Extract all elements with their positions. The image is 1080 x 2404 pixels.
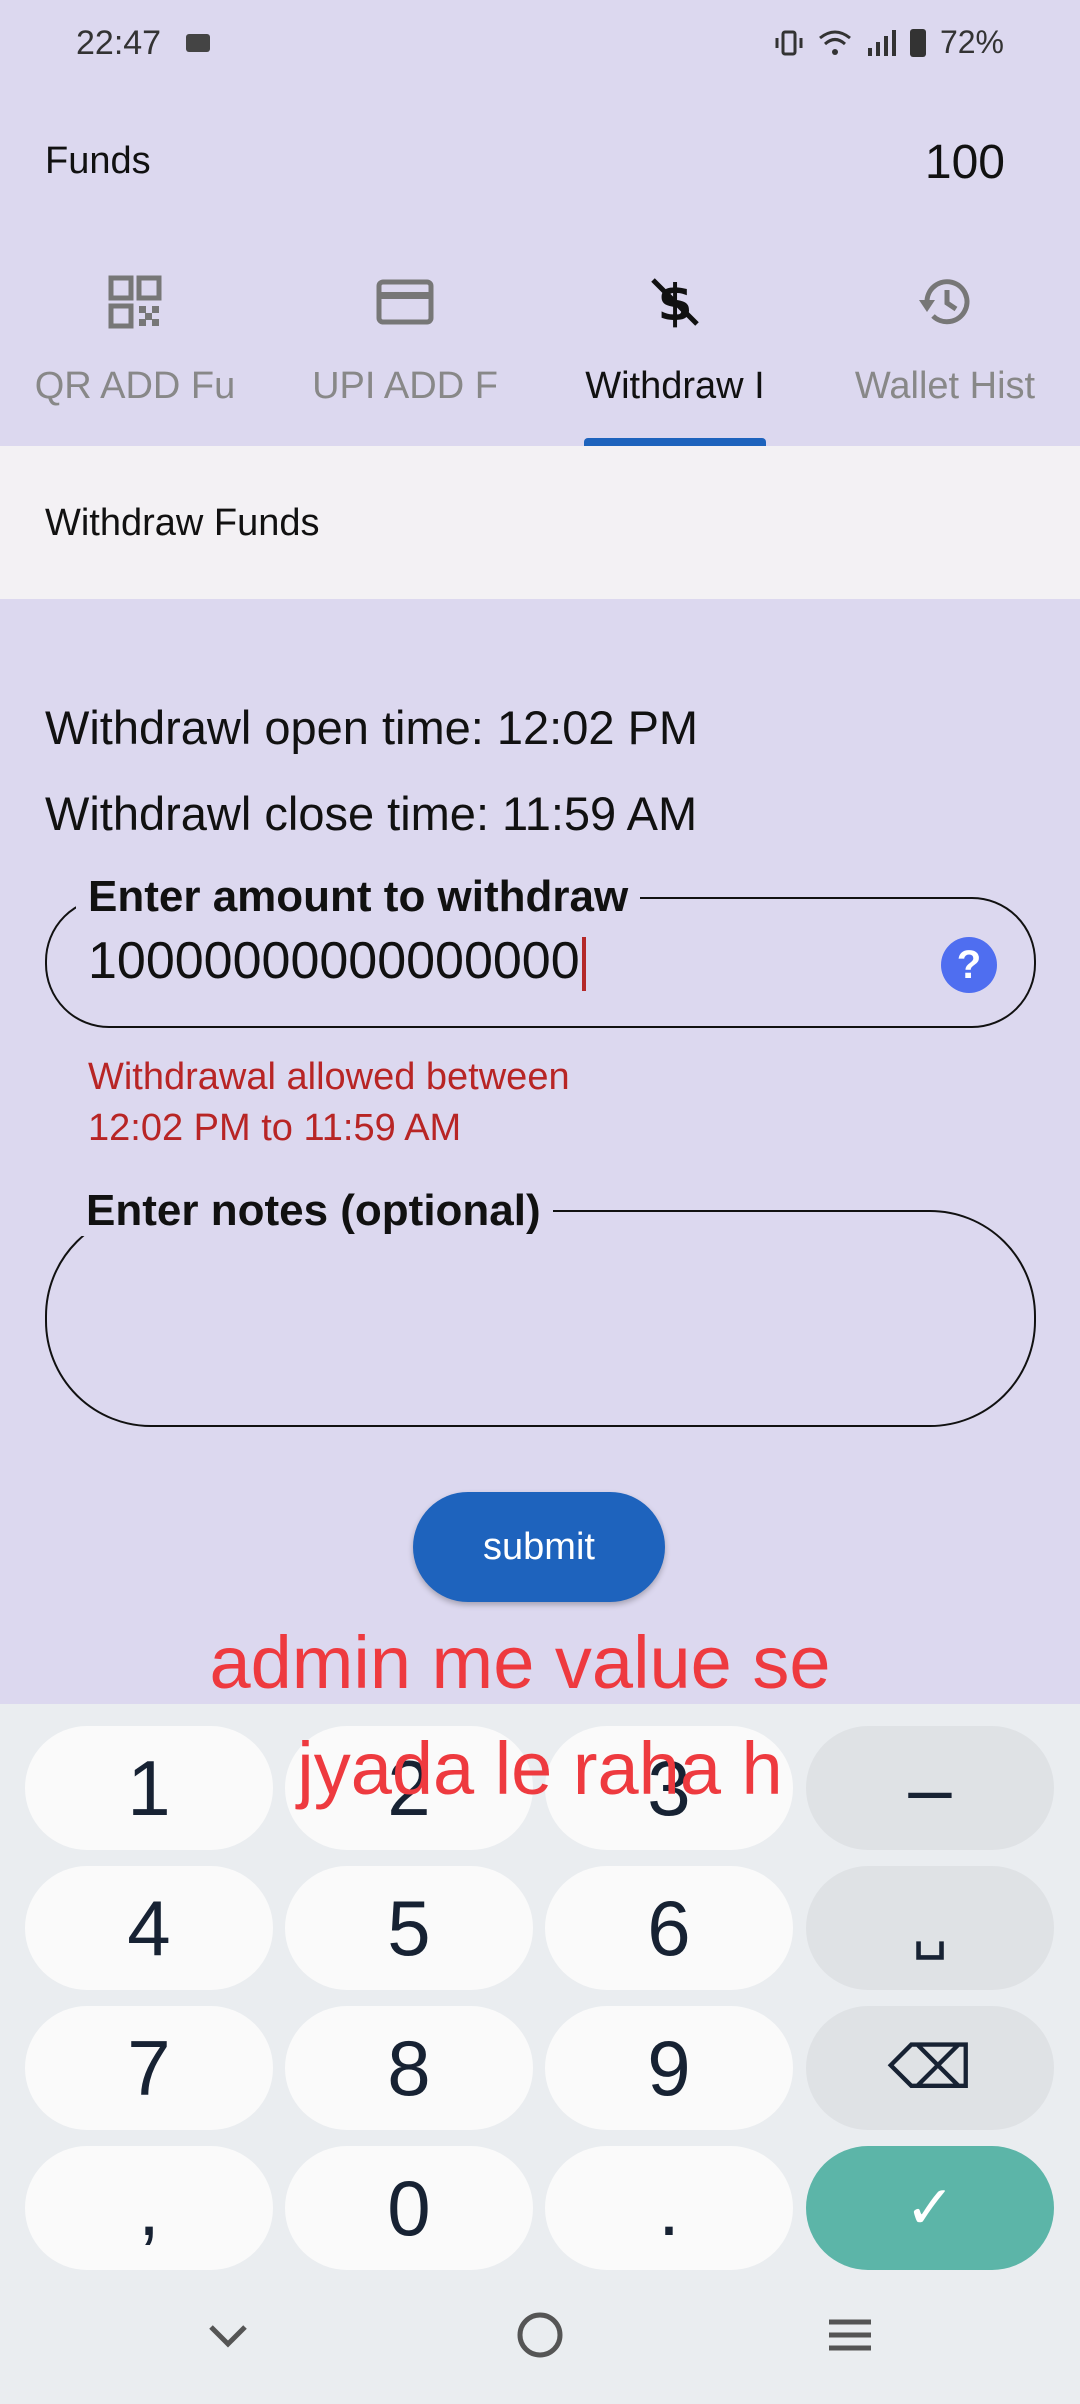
annotation-line1: admin me value se <box>209 1621 831 1704</box>
battery-percent: 72% <box>939 24 1004 60</box>
key-comma[interactable]: , <box>25 2146 273 2270</box>
amount-value-text: 10000000000000000 <box>88 932 580 990</box>
key-9[interactable]: 9 <box>545 2006 793 2130</box>
wifi-icon <box>819 30 851 55</box>
signal-icon <box>867 29 896 56</box>
amount-input-value[interactable]: 10000000000000000 <box>88 931 586 992</box>
navigation-bar <box>0 2288 1080 2404</box>
submit-button[interactable]: submit <box>413 1492 665 1602</box>
tab-label: QR ADD Fu <box>34 365 236 407</box>
tab-qr-add-funds[interactable]: QR ADD Fu <box>10 260 260 450</box>
key-period[interactable]: . <box>545 2146 793 2270</box>
page-title: Funds <box>45 140 151 182</box>
error-message-line2: 12:02 PM to 11:59 AM <box>88 1107 462 1149</box>
amount-input-label: Enter amount to withdraw <box>76 872 641 922</box>
key-7[interactable]: 7 <box>25 2006 273 2130</box>
tab-withdraw[interactable]: $ Withdraw I <box>550 260 800 450</box>
recent-apps-icon[interactable] <box>815 2308 885 2378</box>
money-off-icon: $ <box>651 274 699 332</box>
notes-input-label: Enter notes (optional) <box>74 1186 553 1236</box>
status-time: 22:47 <box>76 24 162 62</box>
text-cursor <box>581 937 586 992</box>
key-backspace[interactable]: ⌫ <box>806 2006 1054 2130</box>
notes-input[interactable] <box>45 1210 1036 1427</box>
active-tab-indicator <box>584 438 766 446</box>
section-title: Withdraw Funds <box>45 502 320 544</box>
key-5[interactable]: 5 <box>285 1866 533 1990</box>
key-done[interactable]: ✓ <box>806 2146 1054 2270</box>
section-header: Withdraw Funds <box>0 446 1080 599</box>
tab-label: UPI ADD F <box>312 365 498 407</box>
video-recording-icon <box>186 34 210 52</box>
qr-code-icon <box>108 275 162 329</box>
key-6[interactable]: 6 <box>545 1866 793 1990</box>
tab-wallet-history[interactable]: Wallet Hist <box>820 260 1070 450</box>
status-icons: 72% <box>774 24 1004 61</box>
help-icon[interactable]: ? <box>941 937 997 993</box>
history-icon <box>919 279 970 325</box>
battery-icon <box>909 28 926 57</box>
tab-label: Wallet Hist <box>854 365 1036 407</box>
annotation-line2: jyada le raha h <box>297 1727 783 1810</box>
error-message-line1: Withdrawal allowed between <box>88 1056 570 1098</box>
key-8[interactable]: 8 <box>285 2006 533 2130</box>
tab-upi-add-funds[interactable]: UPI ADD F <box>280 260 530 450</box>
vibrate-icon <box>775 30 803 55</box>
key-4[interactable]: 4 <box>25 1866 273 1990</box>
withdrawal-close-time: Withdrawl close time: 11:59 AM <box>45 787 698 840</box>
home-icon[interactable] <box>505 2308 575 2378</box>
key-space[interactable]: ␣ <box>806 1866 1054 1990</box>
withdrawal-open-time: Withdrawl open time: 12:02 PM <box>45 701 699 754</box>
credit-card-icon <box>376 279 434 325</box>
status-bar: 22:47 72% <box>0 0 1080 90</box>
hide-keyboard-icon[interactable] <box>193 2308 263 2378</box>
key-0[interactable]: 0 <box>285 2146 533 2270</box>
tab-label: Withdraw I <box>585 365 765 407</box>
wallet-balance: 100 <box>924 136 1005 189</box>
